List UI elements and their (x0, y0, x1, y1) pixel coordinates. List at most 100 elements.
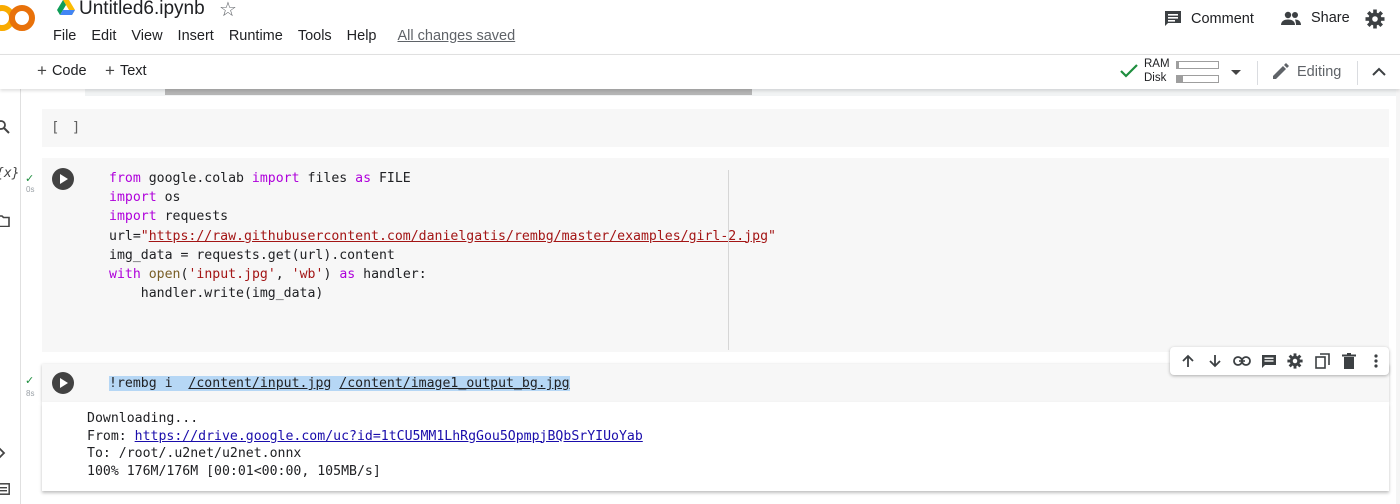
trash-icon[interactable] (1336, 351, 1363, 371)
check-icon: ✓ (25, 375, 35, 387)
code-token: , (275, 267, 292, 283)
code-token: url= (109, 228, 141, 244)
variables-icon[interactable]: {x} (0, 166, 19, 181)
star-icon[interactable]: ☆ (219, 0, 237, 22)
check-icon (1120, 64, 1138, 83)
code-editor[interactable]: !rembg i /content/input.jpg /content/ima… (109, 374, 570, 393)
code-token: ) (323, 267, 340, 283)
code-token: os (156, 190, 181, 206)
mirror-cell-icon[interactable] (1309, 351, 1336, 371)
menu-runtime[interactable]: Runtime (229, 28, 283, 44)
disk-usage-bar (1176, 75, 1219, 83)
url-link[interactable]: https://drive.google.com/uc?id=1tCU5MM1L… (135, 429, 643, 444)
link-icon[interactable] (1229, 351, 1256, 371)
code-line: img_data = requests.get(url).content (109, 246, 776, 265)
scrollbar-thumb[interactable] (165, 89, 752, 95)
add-text-cell-button[interactable]: + Text (105, 61, 147, 80)
add-text-label: Text (119, 63, 147, 79)
menu-insert[interactable]: Insert (178, 28, 214, 44)
menu-view[interactable]: View (131, 28, 162, 44)
toolbar-divider (1257, 61, 1258, 85)
ram-label: RAM (1144, 58, 1170, 70)
notebook-content: [ ] ✓ 0s from google.colab import files … (21, 89, 1400, 504)
comment-button[interactable]: Comment (1164, 10, 1254, 28)
save-status-link[interactable]: All changes saved (398, 28, 516, 44)
code-token: as (339, 267, 356, 283)
url-link[interactable]: https://raw.githubusercontent.com/daniel… (149, 229, 768, 244)
menu-edit[interactable]: Edit (91, 28, 116, 44)
share-label: Share (1311, 10, 1350, 26)
code-token: handler.write(img_data) (109, 286, 324, 302)
code-line: url="https://raw.githubusercontent.com/d… (109, 227, 776, 246)
editing-mode-button[interactable]: Editing (1272, 63, 1341, 80)
menu-file[interactable]: File (53, 28, 76, 44)
cell-output: Downloading... From: https://drive.google… (42, 402, 1389, 491)
output-line: Downloading... (87, 410, 643, 428)
colab-logo[interactable] (0, 4, 38, 32)
code-cell[interactable]: ✓ 0s from google.colab import files as F… (25, 158, 1389, 352)
code-token: " (140, 228, 149, 244)
empty-code-cell[interactable]: [ ] (42, 109, 1389, 147)
arrow-up-icon[interactable] (1175, 351, 1202, 371)
code-token: img_data = requests.get(url).content (109, 247, 395, 263)
code-line: handler.write(img_data) (109, 284, 776, 303)
plus-icon: + (105, 61, 115, 80)
code-token: import (251, 171, 300, 186)
menu-tools[interactable]: Tools (298, 28, 332, 44)
code-line: with open('input.jpg', 'wb') as handler: (109, 265, 776, 284)
run-cell-button[interactable] (52, 372, 74, 394)
people-icon (1281, 11, 1301, 25)
disk-usage-fill (1177, 76, 1184, 82)
code-token: /content/image1_output_bg.jpg (339, 376, 570, 391)
arrow-down-icon[interactable] (1202, 351, 1229, 371)
code-token: files (299, 171, 356, 186)
resource-dropdown-icon[interactable] (1231, 70, 1241, 75)
vertical-scrollbar[interactable] (1396, 89, 1400, 504)
folder-icon[interactable] (0, 214, 10, 230)
editing-label: Editing (1297, 63, 1342, 80)
code-editor[interactable]: from google.colab import files as FILE im… (109, 169, 776, 303)
add-code-cell-button[interactable]: + Code (37, 61, 87, 80)
code-token: 100% 176M/176M [00:01<00:00, 105MB/s] (87, 463, 381, 479)
code-token: Downloading... (87, 411, 199, 426)
code-token: /content/input.jpg (188, 376, 332, 391)
more-options-icon[interactable] (1362, 351, 1389, 371)
ram-usage-bar (1176, 61, 1219, 69)
code-token: requests (156, 209, 229, 225)
search-icon[interactable] (0, 120, 10, 137)
google-drive-icon[interactable] (57, 0, 75, 21)
code-line: import os (109, 188, 776, 207)
comment-icon[interactable] (1255, 351, 1282, 371)
code-line: !rembg i /content/input.jpg /content/ima… (109, 374, 570, 393)
add-code-label: Code (51, 63, 87, 79)
horizontal-scrollbar[interactable] (85, 89, 1400, 96)
chevron-right-icon[interactable] (0, 446, 6, 462)
code-token: 'input.jpg' (188, 267, 276, 283)
gear-icon[interactable] (1282, 351, 1309, 371)
gear-icon[interactable] (1365, 9, 1385, 34)
code-token: " (768, 228, 776, 244)
run-cell-button[interactable] (52, 168, 74, 190)
chevron-up-icon[interactable] (1371, 64, 1387, 85)
code-line: from google.colab import files as FILE (109, 169, 776, 188)
notebook-title[interactable]: Untitled6.ipynb (79, 0, 205, 20)
output-text: Downloading... From: https://drive.google… (87, 410, 643, 480)
line-length-ruler (728, 170, 729, 350)
code-token: as (355, 171, 372, 186)
code-token: open (148, 267, 181, 283)
app-header: Untitled6.ipynb ☆ File Edit View Insert … (0, 0, 1400, 54)
cell-execution-count: [ ] (51, 120, 83, 136)
cell-toolbar (1170, 347, 1389, 375)
menu-help[interactable]: Help (347, 28, 377, 44)
code-token: To: /root/.u2net/u2net.onnx (87, 446, 302, 461)
comment-icon (1164, 10, 1182, 28)
plus-icon: + (37, 61, 47, 80)
terminal-icon[interactable] (0, 482, 10, 498)
code-line: import requests (109, 207, 776, 226)
share-button[interactable]: Share (1281, 10, 1350, 26)
ram-usage-fill (1177, 62, 1180, 68)
code-token: 'wb' (291, 267, 324, 283)
code-token: from (109, 171, 141, 186)
execution-time: 0s (26, 185, 35, 194)
